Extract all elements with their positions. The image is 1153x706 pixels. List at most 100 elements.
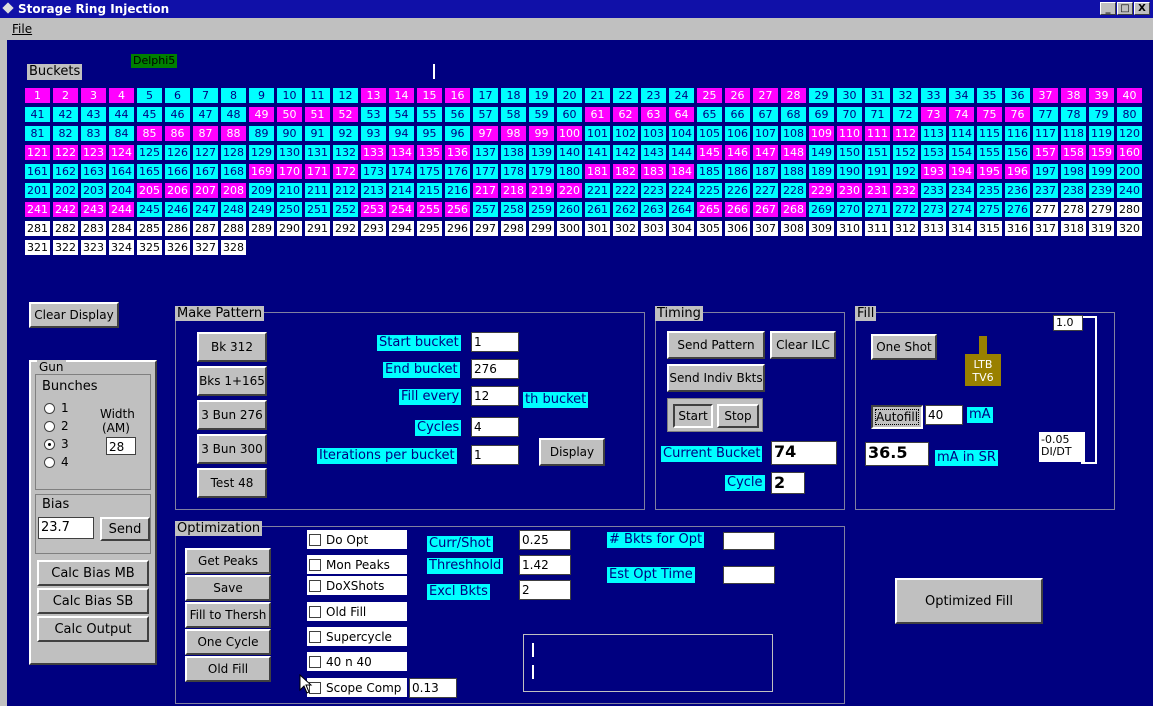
bucket-cell[interactable]: 297 bbox=[473, 221, 498, 236]
bucket-cell[interactable]: 288 bbox=[221, 221, 246, 236]
bucket-cell[interactable]: 320 bbox=[1117, 221, 1142, 236]
one-shot-button[interactable]: One Shot bbox=[871, 334, 937, 360]
bucket-cell[interactable]: 35 bbox=[977, 88, 1002, 103]
bucket-cell[interactable]: 238 bbox=[1061, 183, 1086, 198]
bucket-cell[interactable]: 25 bbox=[697, 88, 722, 103]
bucket-cell[interactable]: 52 bbox=[333, 107, 358, 122]
bucket-cell[interactable]: 2 bbox=[53, 88, 78, 103]
bucket-cell[interactable]: 71 bbox=[865, 107, 890, 122]
mon-peaks-checkbox[interactable]: Mon Peaks bbox=[307, 555, 407, 574]
bunch-radio-2[interactable]: 2 bbox=[44, 419, 69, 433]
bucket-cell[interactable]: 62 bbox=[613, 107, 638, 122]
bucket-cell[interactable]: 258 bbox=[501, 202, 526, 217]
fill-to-thersh-button[interactable]: Fill to Thersh bbox=[185, 602, 271, 628]
bucket-cell[interactable]: 179 bbox=[529, 164, 554, 179]
bucket-cell[interactable]: 67 bbox=[753, 107, 778, 122]
bucket-cell[interactable]: 44 bbox=[109, 107, 134, 122]
bucket-cell[interactable]: 51 bbox=[305, 107, 330, 122]
bucket-cell[interactable]: 322 bbox=[53, 240, 78, 255]
bucket-cell[interactable]: 94 bbox=[389, 126, 414, 141]
bunch-radio-4[interactable]: 4 bbox=[44, 455, 69, 469]
bucket-cell[interactable]: 311 bbox=[865, 221, 890, 236]
bucket-cell[interactable]: 292 bbox=[333, 221, 358, 236]
bucket-cell[interactable]: 195 bbox=[977, 164, 1002, 179]
bucket-cell[interactable]: 144 bbox=[669, 145, 694, 160]
bucket-cell[interactable]: 139 bbox=[529, 145, 554, 160]
bucket-cell[interactable]: 84 bbox=[109, 126, 134, 141]
bucket-cell[interactable]: 265 bbox=[697, 202, 722, 217]
bucket-cell[interactable]: 161 bbox=[25, 164, 50, 179]
bucket-cell[interactable]: 147 bbox=[753, 145, 778, 160]
bunch-radio-3[interactable]: 3 bbox=[44, 437, 69, 451]
bucket-cell[interactable]: 294 bbox=[389, 221, 414, 236]
bucket-cell[interactable]: 236 bbox=[1005, 183, 1030, 198]
bucket-cell[interactable]: 45 bbox=[137, 107, 162, 122]
bucket-cell[interactable]: 194 bbox=[949, 164, 974, 179]
bucket-cell[interactable]: 6 bbox=[165, 88, 190, 103]
bucket-cell[interactable]: 55 bbox=[417, 107, 442, 122]
bucket-cell[interactable]: 21 bbox=[585, 88, 610, 103]
bucket-cell[interactable]: 108 bbox=[781, 126, 806, 141]
bucket-cell[interactable]: 219 bbox=[529, 183, 554, 198]
bucket-cell[interactable]: 146 bbox=[725, 145, 750, 160]
get-peaks-button[interactable]: Get Peaks bbox=[185, 548, 271, 574]
bucket-cell[interactable]: 255 bbox=[417, 202, 442, 217]
bucket-cell[interactable]: 239 bbox=[1089, 183, 1114, 198]
start-button[interactable]: Start bbox=[673, 404, 713, 428]
one-cycle-button[interactable]: One Cycle bbox=[185, 629, 271, 655]
bucket-cell[interactable]: 34 bbox=[949, 88, 974, 103]
bucket-cell[interactable]: 272 bbox=[893, 202, 918, 217]
bucket-cell[interactable]: 157 bbox=[1033, 145, 1058, 160]
bucket-cell[interactable]: 109 bbox=[809, 126, 834, 141]
stop-button[interactable]: Stop bbox=[717, 404, 759, 428]
bucket-cell[interactable]: 135 bbox=[417, 145, 442, 160]
bucket-cell[interactable]: 281 bbox=[25, 221, 50, 236]
bucket-cell[interactable]: 230 bbox=[837, 183, 862, 198]
bucket-cell[interactable]: 137 bbox=[473, 145, 498, 160]
bucket-cell[interactable]: 328 bbox=[221, 240, 246, 255]
autofill-button[interactable]: Autofill bbox=[871, 405, 923, 429]
bucket-cell[interactable]: 68 bbox=[781, 107, 806, 122]
bucket-cell[interactable]: 96 bbox=[445, 126, 470, 141]
bucket-cell[interactable]: 107 bbox=[753, 126, 778, 141]
bucket-cell[interactable]: 1 bbox=[25, 88, 50, 103]
bucket-cell[interactable]: 15 bbox=[417, 88, 442, 103]
bucket-cell[interactable]: 4 bbox=[109, 88, 134, 103]
bucket-cell[interactable]: 85 bbox=[137, 126, 162, 141]
bucket-cell[interactable]: 257 bbox=[473, 202, 498, 217]
excl-bkts-field[interactable]: 2 bbox=[519, 580, 571, 600]
bucket-cell[interactable]: 215 bbox=[417, 183, 442, 198]
bucket-cell[interactable]: 16 bbox=[445, 88, 470, 103]
bucket-cell[interactable]: 208 bbox=[221, 183, 246, 198]
bucket-cell[interactable]: 28 bbox=[781, 88, 806, 103]
bucket-cell[interactable]: 32 bbox=[893, 88, 918, 103]
bucket-cell[interactable]: 8 bbox=[221, 88, 246, 103]
bucket-cell[interactable]: 220 bbox=[557, 183, 582, 198]
bucket-cell[interactable]: 54 bbox=[389, 107, 414, 122]
bucket-cell[interactable]: 317 bbox=[1033, 221, 1058, 236]
bucket-cell[interactable]: 125 bbox=[137, 145, 162, 160]
bucket-cell[interactable]: 65 bbox=[697, 107, 722, 122]
bucket-cell[interactable]: 128 bbox=[221, 145, 246, 160]
bucket-cell[interactable]: 298 bbox=[501, 221, 526, 236]
bucket-cell[interactable]: 216 bbox=[445, 183, 470, 198]
bucket-cell[interactable]: 120 bbox=[1117, 126, 1142, 141]
bucket-cell[interactable]: 240 bbox=[1117, 183, 1142, 198]
bucket-cell[interactable]: 176 bbox=[445, 164, 470, 179]
bucket-cell[interactable]: 41 bbox=[25, 107, 50, 122]
bucket-cell[interactable]: 136 bbox=[445, 145, 470, 160]
bucket-cell[interactable]: 231 bbox=[865, 183, 890, 198]
bucket-cell[interactable]: 134 bbox=[389, 145, 414, 160]
bucket-cell[interactable]: 256 bbox=[445, 202, 470, 217]
bucket-cell[interactable]: 210 bbox=[277, 183, 302, 198]
bucket-cell[interactable]: 222 bbox=[613, 183, 638, 198]
bucket-cell[interactable]: 82 bbox=[53, 126, 78, 141]
bucket-cell[interactable]: 183 bbox=[641, 164, 666, 179]
bucket-cell[interactable]: 274 bbox=[949, 202, 974, 217]
end-bucket-field[interactable]: 276 bbox=[471, 359, 519, 379]
bucket-cell[interactable]: 117 bbox=[1033, 126, 1058, 141]
bucket-cell[interactable]: 138 bbox=[501, 145, 526, 160]
start-bucket-field[interactable]: 1 bbox=[471, 332, 519, 352]
bucket-cell[interactable]: 185 bbox=[697, 164, 722, 179]
bucket-cell[interactable]: 296 bbox=[445, 221, 470, 236]
